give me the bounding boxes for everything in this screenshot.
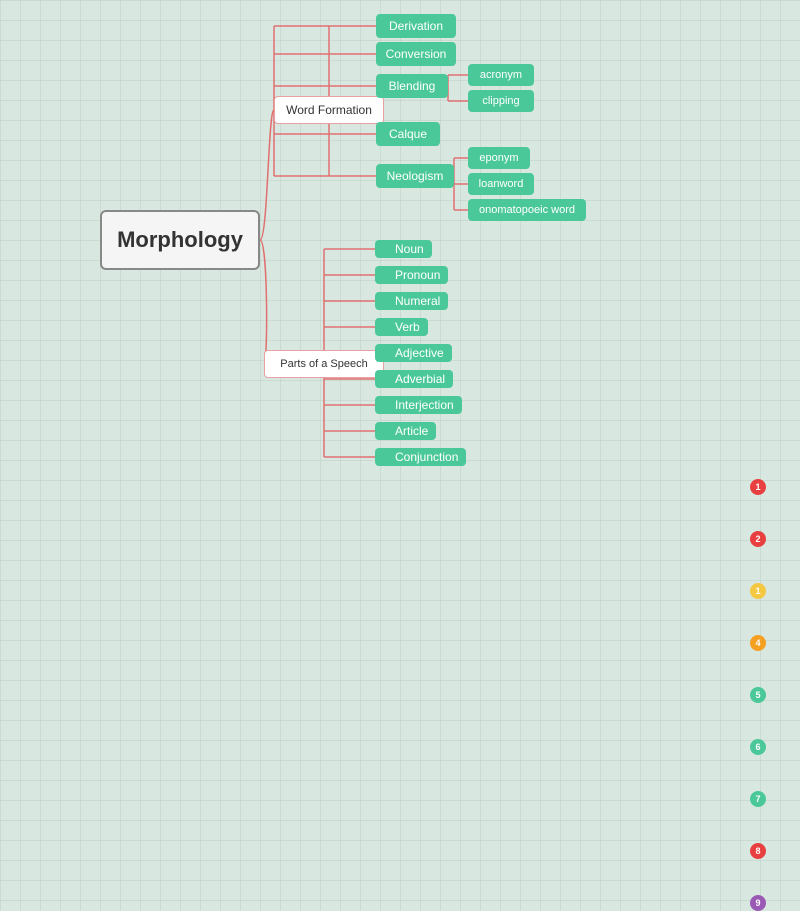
article-label: Article [375,422,436,440]
word-formation-label: Word Formation [286,103,372,117]
adverbial-badge: 6 [750,739,766,755]
pronoun-label: Pronoun [375,266,448,284]
pronoun-node: 2 Pronoun [375,264,448,286]
neologism-label: Neologism [387,169,444,183]
interjection-node: 7 Interjection [375,394,462,416]
noun-badge: 1 [750,479,766,495]
calque-label: Calque [389,127,427,141]
onomatopoeia-node: onomatopoeic word [468,199,586,221]
eponym-label: eponym [479,152,518,164]
adjective-label: Adjective [375,344,452,362]
numeral-badge: 1 [750,583,766,599]
eponym-node: eponym [468,147,530,169]
parts-of-speech-node: Parts of a Speech [264,350,384,378]
conversion-label: Conversion [386,47,447,61]
verb-label: Verb [375,318,428,336]
root-label: Morphology [117,227,243,253]
numeral-node: 1 Numeral [375,290,448,312]
adjective-badge: 5 [750,687,766,703]
verb-badge: 4 [750,635,766,651]
adverbial-label: Adverbial [375,370,453,388]
derivation-node: Derivation [376,14,456,38]
numeral-label: Numeral [375,292,448,310]
acronym-label: acronym [480,69,522,81]
loanword-node: loanword [468,173,534,195]
blending-node: Blending [376,74,448,98]
interjection-label: Interjection [375,396,462,414]
verb-node: 4 Verb [375,316,428,338]
interjection-badge: 7 [750,791,766,807]
adjective-node: 5 Adjective [375,342,452,364]
pronoun-badge: 2 [750,531,766,547]
onomatopoeia-label: onomatopoeic word [479,204,575,216]
clipping-node: clipping [468,90,534,112]
loanword-label: loanword [479,178,524,190]
derivation-label: Derivation [389,19,443,33]
conversion-node: Conversion [376,42,456,66]
parts-of-speech-label: Parts of a Speech [280,358,367,370]
conjunction-label: Conjunction [375,448,466,466]
noun-node: 1 Noun [375,238,432,260]
conjunction-badge: 9 [750,895,766,911]
conjunction-node: 9 Conjunction [375,446,466,468]
root-node: Morphology [100,210,260,270]
neologism-node: Neologism [376,164,454,188]
blending-label: Blending [389,79,436,93]
word-formation-node: Word Formation [274,96,384,124]
calque-node: Calque [376,122,440,146]
noun-label: Noun [375,240,432,258]
article-node: 8 Article [375,420,436,442]
adverbial-node: 6 Adverbial [375,368,453,390]
clipping-label: clipping [482,95,519,107]
article-badge: 8 [750,843,766,859]
acronym-node: acronym [468,64,534,86]
